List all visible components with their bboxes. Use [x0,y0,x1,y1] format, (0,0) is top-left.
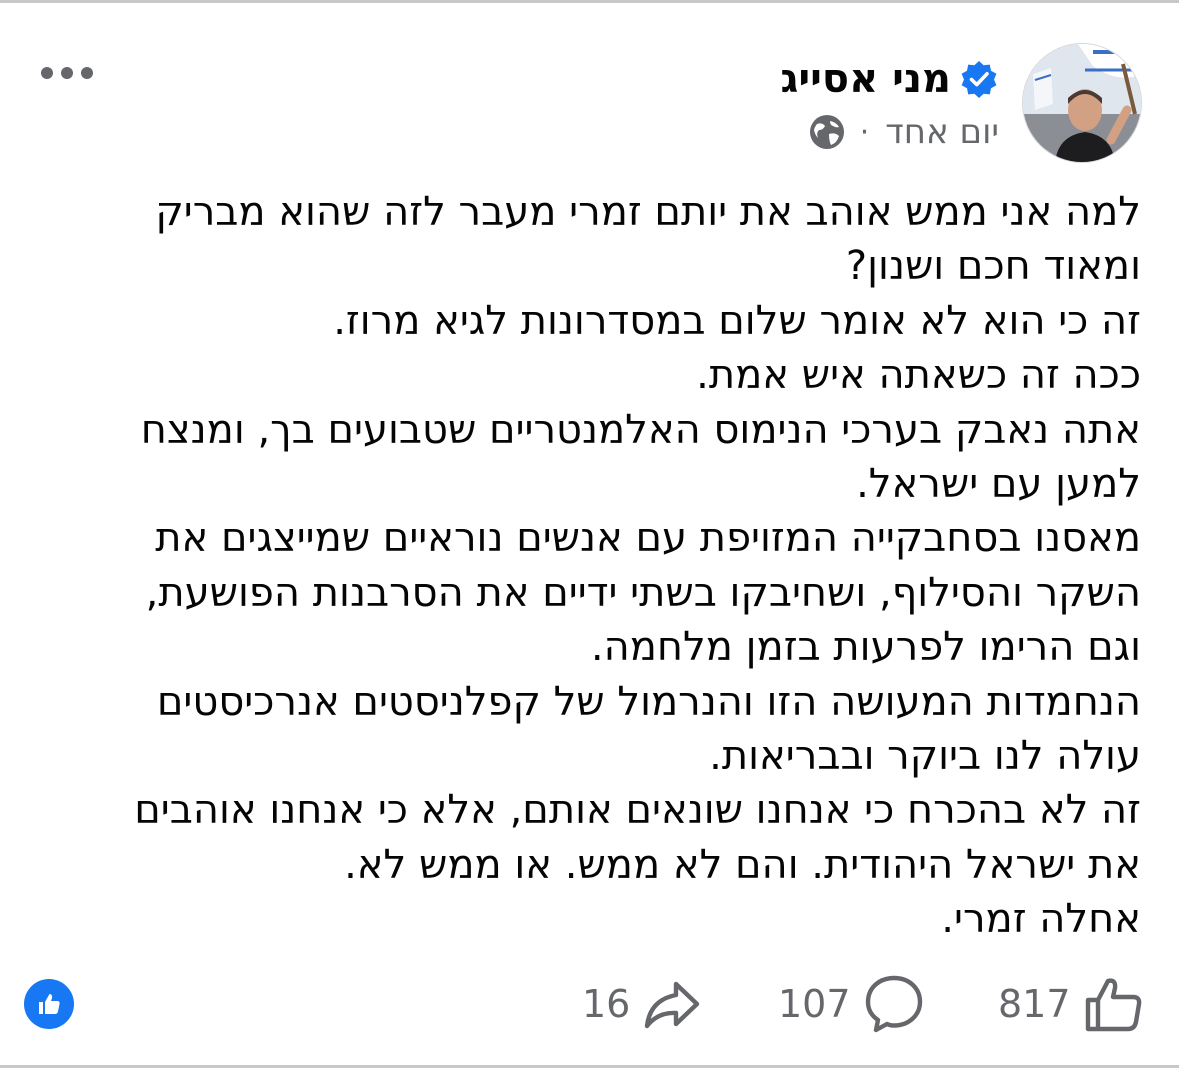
post-card: מני אסייג · יום אחד למה אני ממש אוהב את … [0,0,1179,1068]
share-arrow-icon [645,981,700,1029]
like-button[interactable]: 817 [998,971,1145,1037]
meta-separator: · [859,114,870,150]
author-name[interactable]: מני אסייג [780,56,951,102]
like-count: 817 [998,982,1071,1026]
globe-icon [808,113,846,151]
post-timestamp[interactable]: יום אחד [885,112,999,152]
share-button[interactable]: 16 [582,971,702,1037]
action-bar: 16 107 817 [0,965,1179,1041]
post-text-line: ומאוד חכם ושנון? [845,243,1141,290]
like-reaction-icon[interactable] [24,979,74,1029]
more-options-icon [41,67,93,79]
post-text-line: וגם הרימו לפרעות בזמן מלחמה. [590,624,1141,671]
thumbs-up-icon [1085,978,1141,1032]
more-options-button[interactable] [36,53,98,93]
verified-badge-icon [959,59,999,99]
author-row: מני אסייג [780,51,999,107]
post-text-line: למה אני ממש אוהב את יותם זמרי מעבר לזה ש… [155,189,1141,235]
post-text-line: אתה נאבק בערכי הנימוס האלמנטריים שטבועים… [140,406,1141,453]
post-text-line: את ישראל היהודית. והם לא ממש. או ממש לא. [344,841,1141,888]
post-text-line: הנחמדות המעושה הזו והנרמול של קפלניסטים … [156,678,1141,725]
post-meta: · יום אחד [808,109,999,155]
post-text-line: מאסנו בסחבקייה המזויפת עם אנשים נוראיים … [155,515,1141,562]
comment-button[interactable]: 107 [778,971,925,1037]
share-count: 16 [582,982,631,1026]
post-text-line: זה כי הוא לא אומר שלום במסדרונות לגיא מר… [333,297,1141,344]
avatar[interactable] [1022,43,1142,163]
avatar-photo [1023,44,1141,162]
post-text-line: למען עם ישראל. [856,461,1141,508]
post-text-line: עולה לנו ביוקר ובבריאות. [709,733,1141,780]
comment-bubble-icon [865,975,922,1033]
post-text-line: ככה זה כשאתה איש אמת. [696,352,1141,399]
post-text-line: אחלה זמרי. [941,896,1141,943]
post-text-line: זה לא בהכרח כי אנחנו שונאים אותם, אלא כי… [134,787,1141,834]
post-text-line: השקר והסילוף, ושחיבקו בשתי ידיים את הסרב… [145,569,1141,616]
comment-count: 107 [778,982,851,1026]
post-text: למה אני ממש אוהב את יותם זמרי מעבר לזה ש… [41,185,1141,947]
